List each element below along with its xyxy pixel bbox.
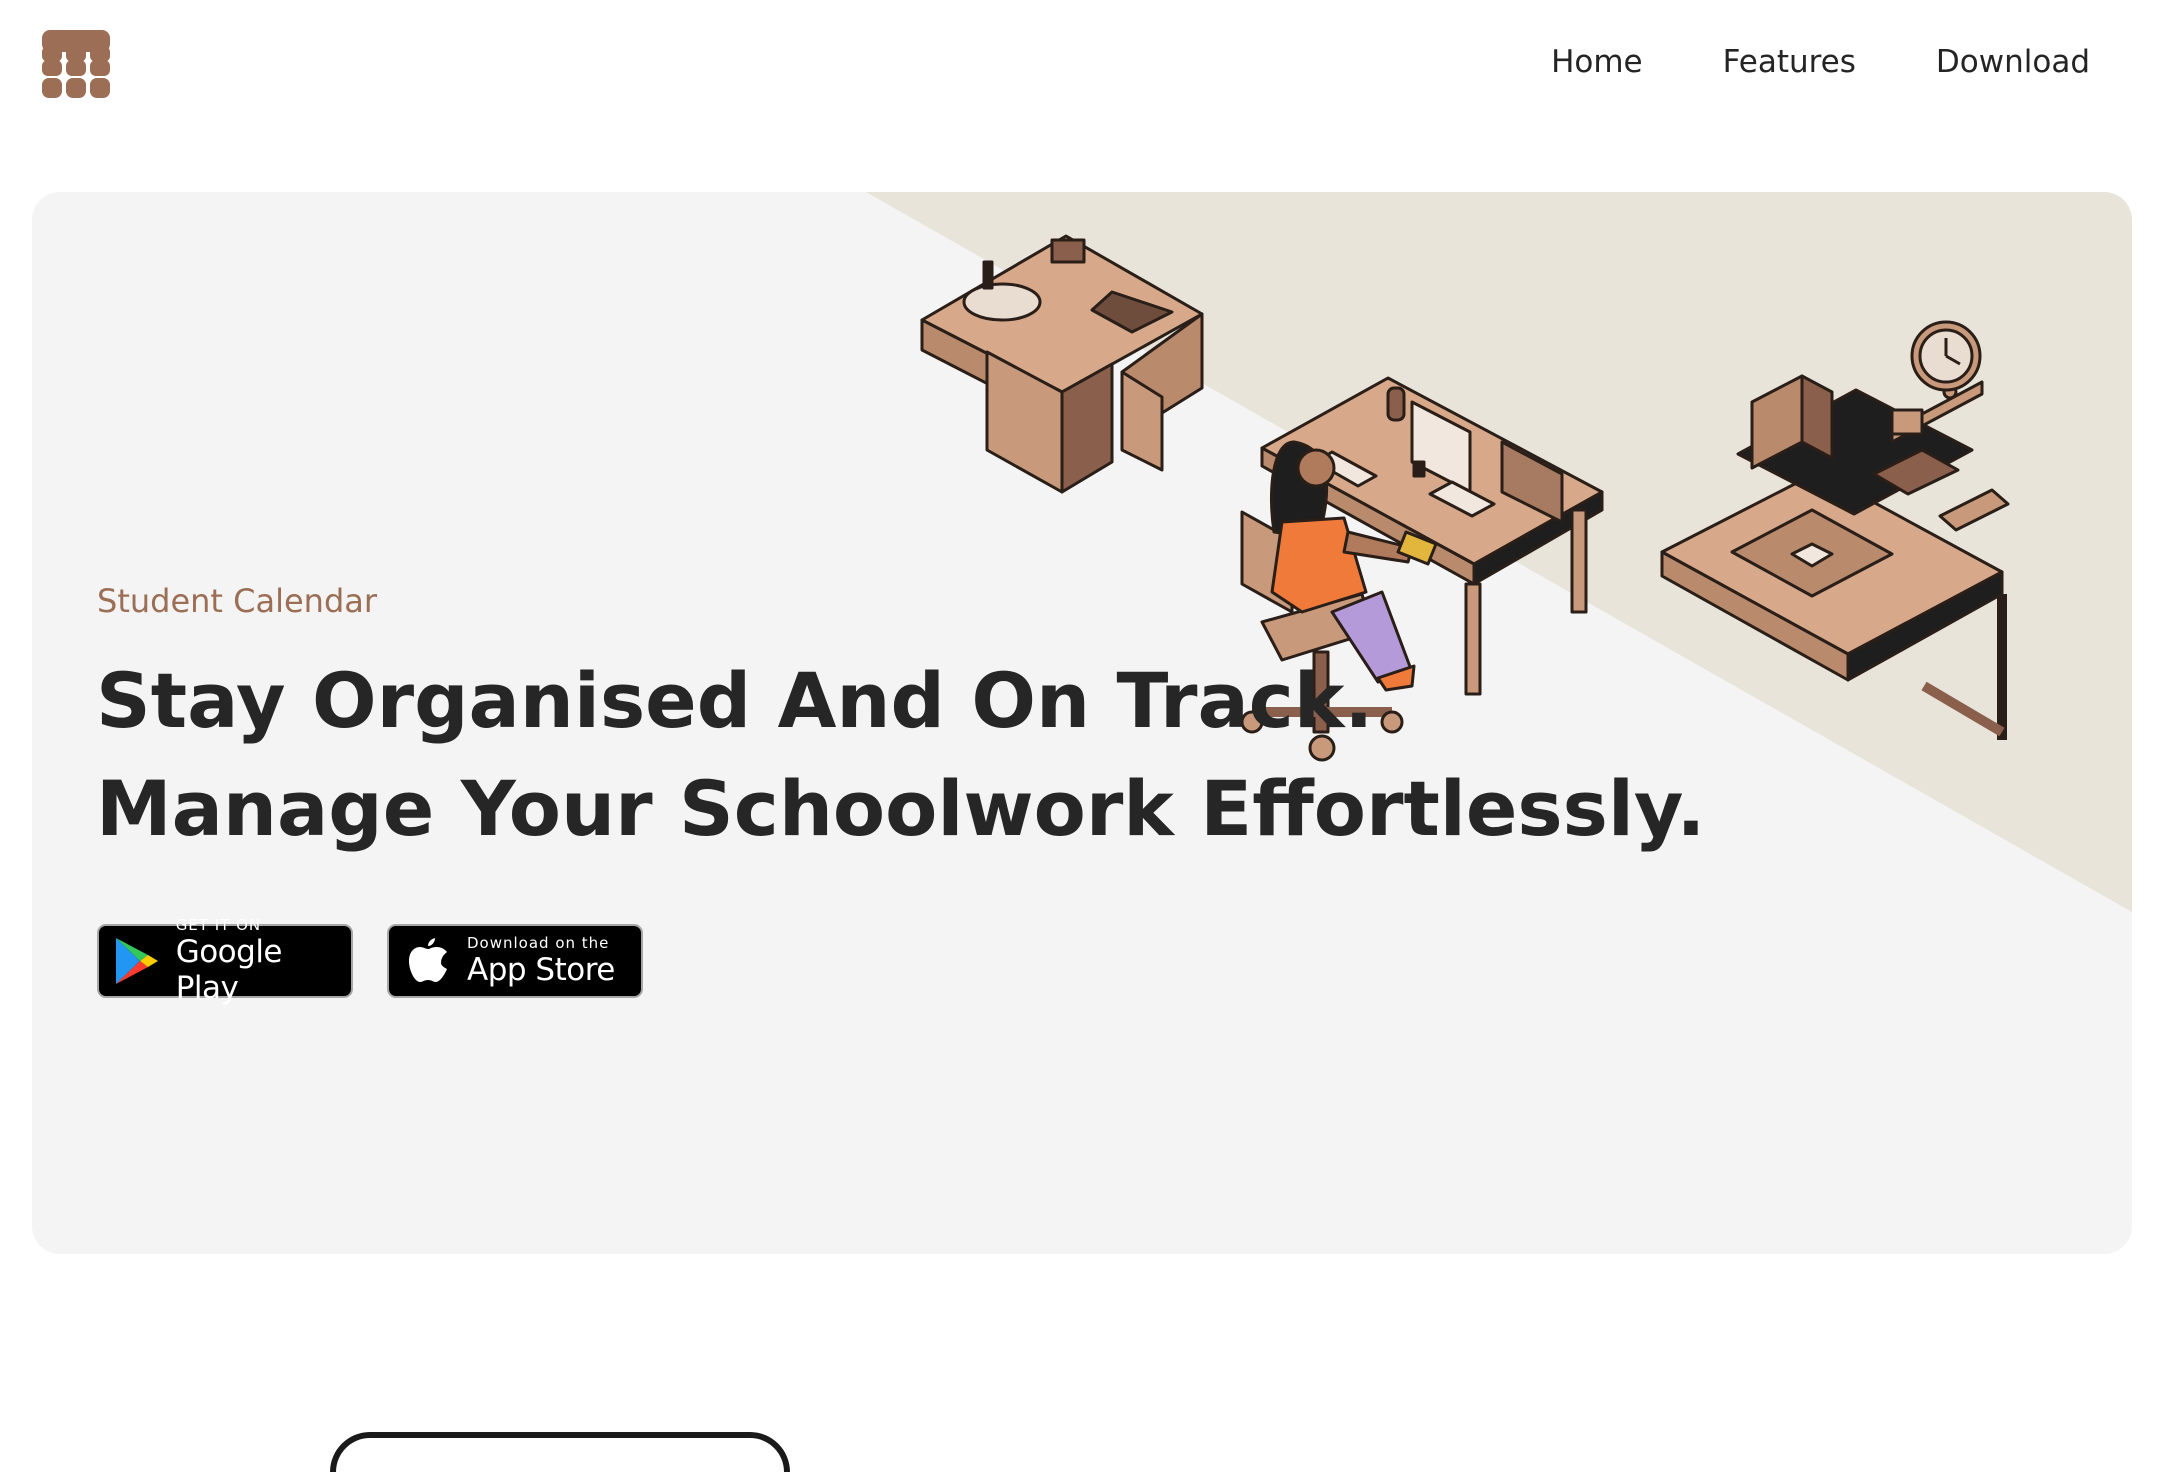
google-badge-big-text: Google Play bbox=[175, 934, 283, 1006]
headline-line-1: Stay Organised And On Track. bbox=[96, 656, 1374, 745]
hero-headline: Stay Organised And On Track. Manage Your… bbox=[96, 647, 1705, 863]
google-play-icon bbox=[99, 926, 176, 996]
nav-link-download[interactable]: Download bbox=[1936, 44, 2090, 80]
headline-line-2: Manage Your Schoolwork Effortlessly. bbox=[96, 764, 1706, 853]
google-play-button[interactable]: GET IT ON Google Play bbox=[97, 916, 353, 1006]
store-badges: GET IT ON Google Play Download on the Ap… bbox=[97, 916, 643, 1006]
nav-links: Home Features Download bbox=[1551, 44, 2090, 80]
apple-badge-small-text: Download on the bbox=[467, 934, 610, 952]
apple-badge-big-text: App Store bbox=[467, 952, 615, 988]
top-navigation: Home Features Download bbox=[0, 0, 2160, 140]
google-badge-small-text: GET IT ON bbox=[175, 916, 262, 934]
nav-link-features[interactable]: Features bbox=[1723, 44, 1856, 80]
app-store-button[interactable]: Download on the App Store bbox=[387, 924, 643, 998]
apple-icon bbox=[389, 926, 467, 996]
hero-section: Student Calendar Stay Organised And On T… bbox=[32, 192, 2132, 1254]
hero-eyebrow: Student Calendar bbox=[97, 582, 378, 620]
phone-mockup-top bbox=[330, 1432, 790, 1472]
calendar-grid-icon[interactable] bbox=[42, 30, 110, 98]
nav-link-home[interactable]: Home bbox=[1551, 44, 1643, 80]
